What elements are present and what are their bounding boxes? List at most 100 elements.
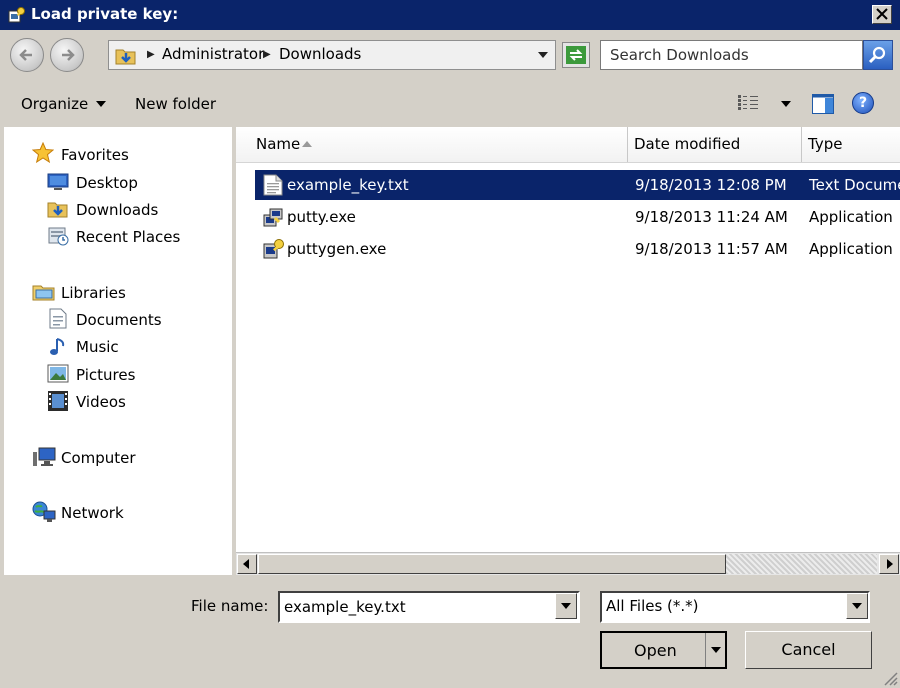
cancel-button-label: Cancel (781, 640, 836, 659)
nav-recent-places[interactable]: Recent Places (76, 228, 180, 246)
file-name-dropdown-button[interactable] (555, 593, 577, 619)
chevron-down-icon (561, 603, 571, 609)
close-button[interactable] (872, 5, 892, 24)
column-header-date-label: Date modified (634, 135, 741, 153)
libraries-icon (32, 285, 55, 301)
nav-music[interactable]: Music (76, 338, 119, 356)
open-split-dropdown[interactable] (705, 633, 726, 667)
breadcrumb-downloads[interactable]: Downloads (279, 45, 361, 63)
downloads-folder-icon (47, 202, 68, 218)
file-type-select[interactable]: All Files (*.*) (600, 591, 870, 623)
file-list[interactable]: Name Date modified Type example_key.txt (236, 127, 900, 575)
downloads-folder-icon (115, 49, 136, 65)
back-button[interactable] (10, 38, 44, 72)
open-button[interactable]: Open (600, 631, 727, 669)
cancel-button[interactable]: Cancel (745, 631, 872, 669)
music-note-icon (50, 338, 65, 355)
file-row-example-key[interactable]: example_key.txt 9/18/2013 12:08 PM Text … (255, 170, 900, 200)
puttygen-app-icon (263, 239, 284, 259)
column-header-type-label: Type (808, 135, 843, 153)
help-button[interactable]: ? (852, 92, 874, 114)
column-headers: Name Date modified Type (236, 127, 900, 163)
file-row-puttygen[interactable]: puttygen.exe 9/18/2013 11:57 AM Applicat… (255, 234, 900, 264)
chevron-right-icon[interactable]: ▶ (263, 49, 271, 60)
arrow-right-icon (62, 49, 75, 61)
recent-places-icon (48, 227, 69, 246)
chevron-right-icon[interactable]: ▶ (147, 49, 155, 60)
file-name: puttygen.exe (287, 240, 387, 258)
file-row-putty[interactable]: putty.exe 9/18/2013 11:24 AM Application (255, 202, 900, 232)
network-icon (32, 501, 56, 522)
text-file-icon (263, 174, 283, 196)
file-date: 9/18/2013 12:08 PM (635, 176, 787, 194)
resize-grip-icon[interactable] (882, 670, 898, 686)
organize-button[interactable]: Organize (21, 95, 88, 113)
nav-downloads[interactable]: Downloads (76, 201, 158, 219)
column-header-type[interactable]: Type (802, 127, 900, 162)
chevron-down-icon[interactable] (781, 100, 791, 108)
file-type: Application (809, 240, 893, 258)
close-icon (876, 8, 888, 20)
open-button-label: Open (634, 641, 677, 660)
nav-pictures[interactable]: Pictures (76, 366, 135, 384)
arrow-right-icon (887, 559, 893, 569)
nav-documents[interactable]: Documents (76, 311, 162, 329)
file-date: 9/18/2013 11:24 AM (635, 208, 788, 226)
preview-pane-icon[interactable] (812, 94, 834, 114)
pictures-icon (47, 364, 69, 383)
title-bar[interactable]: Load private key: (0, 0, 900, 31)
nav-favorites[interactable]: Favorites (61, 146, 129, 164)
file-type: Application (809, 208, 893, 226)
breadcrumb-administrator[interactable]: Administrator (162, 45, 264, 63)
search-input[interactable]: Search Downloads (600, 40, 863, 70)
search-button[interactable] (863, 40, 893, 70)
new-folder-button[interactable]: New folder (135, 95, 216, 113)
file-name-label: File name: (191, 597, 269, 615)
nav-desktop[interactable]: Desktop (76, 174, 138, 192)
search-placeholder: Search Downloads (610, 46, 749, 64)
nav-network[interactable]: Network (61, 504, 124, 522)
view-details-icon[interactable] (738, 95, 760, 111)
address-bar[interactable]: ▶ Administrator ▶ Downloads (108, 40, 556, 70)
scrollbar-track[interactable] (726, 554, 877, 574)
file-type-dropdown-button[interactable] (846, 593, 868, 619)
putty-app-icon (263, 208, 283, 227)
arrow-left-icon (19, 49, 32, 61)
file-type: Text Document (809, 176, 900, 194)
chevron-down-icon[interactable] (96, 100, 106, 108)
puttygen-key-icon (8, 7, 25, 23)
command-toolbar: Organize New folder ? (0, 80, 900, 126)
load-private-key-dialog: Load private key: ▶ Administrator ▶ Down… (0, 0, 900, 688)
address-row: ▶ Administrator ▶ Downloads Search Downl… (0, 30, 900, 80)
desktop-icon (47, 173, 69, 190)
sort-ascending-icon (302, 141, 312, 147)
document-icon (49, 308, 67, 329)
chevron-down-icon (852, 603, 862, 609)
refresh-icon (566, 46, 586, 64)
file-type-value: All Files (*.*) (606, 597, 699, 615)
forward-button[interactable] (50, 38, 84, 72)
chevron-down-icon (711, 647, 721, 653)
horizontal-scrollbar[interactable] (236, 552, 900, 575)
column-header-name-label: Name (256, 135, 301, 153)
search-icon (868, 46, 886, 64)
scroll-right-button[interactable] (879, 554, 899, 574)
scroll-left-button[interactable] (237, 554, 257, 574)
nav-computer[interactable]: Computer (61, 449, 136, 467)
star-icon (32, 142, 54, 163)
help-icon: ? (858, 95, 868, 111)
refresh-button[interactable] (562, 42, 590, 68)
column-header-date-modified[interactable]: Date modified (628, 127, 802, 162)
file-name-input[interactable]: example_key.txt (278, 591, 580, 623)
file-date: 9/18/2013 11:57 AM (635, 240, 788, 258)
window-title: Load private key: (31, 5, 179, 23)
navigation-pane[interactable]: Favorites Desktop Downloads Recent Place… (4, 127, 232, 575)
computer-icon (33, 447, 56, 466)
videos-icon (48, 391, 68, 411)
nav-libraries[interactable]: Libraries (61, 284, 126, 302)
file-name: example_key.txt (287, 176, 409, 194)
nav-videos[interactable]: Videos (76, 393, 126, 411)
file-name: putty.exe (287, 208, 356, 226)
chevron-down-icon[interactable] (537, 50, 549, 60)
scrollbar-thumb[interactable] (258, 554, 726, 574)
